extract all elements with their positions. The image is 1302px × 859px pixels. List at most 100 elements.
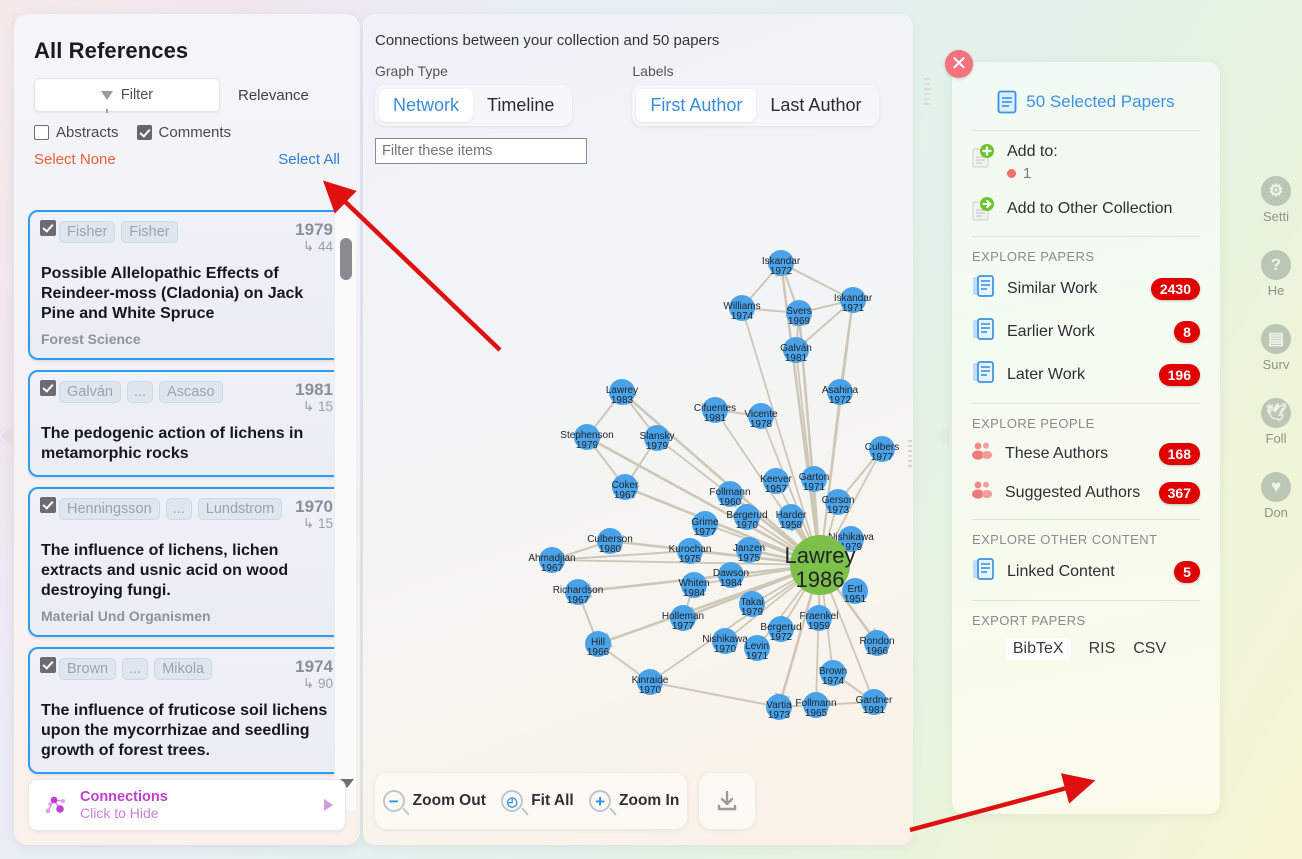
graph-node[interactable]: Cifuentes1981 <box>694 397 736 424</box>
explore-row[interactable]: Earlier Work 8 <box>972 317 1200 346</box>
reference-card[interactable]: Henningsson... Lundstrom 1970 ↳ 15 The influ… <box>28 487 346 637</box>
graph-node[interactable]: Fraenkel1959 <box>800 605 839 632</box>
graph-node[interactable]: Bergerud1972 <box>760 616 802 643</box>
explore-row[interactable]: These Authors 168 <box>972 441 1200 466</box>
graph-node[interactable]: Rondon1966 <box>859 630 895 657</box>
reference-checkbox[interactable] <box>40 220 56 236</box>
add-to-target[interactable]: 1 <box>1007 165 1058 182</box>
explore-papers-list: Similar Work 2430 Earlier Work 8 Later Work 1… <box>972 274 1200 389</box>
collapse-right-handle[interactable] <box>936 424 949 448</box>
graph-node[interactable]: Vartia1973 <box>766 694 792 721</box>
explore-row[interactable]: Later Work 196 <box>972 360 1200 389</box>
graph-node[interactable]: Culbers1977 <box>865 436 899 463</box>
citation-network-graph[interactable]: Iskandar1972 Iskandar1971 Williams1974 Sver… <box>363 214 913 789</box>
filter-input[interactable]: Filter <box>34 78 220 113</box>
graph-node[interactable]: Williams1974 <box>723 295 761 322</box>
graph-type-segmented[interactable]: Network Timeline <box>375 85 573 126</box>
graph-node[interactable]: Garton1971 <box>799 466 830 493</box>
tab-first-author[interactable]: First Author <box>636 89 757 122</box>
close-button[interactable]: ✕ <box>945 50 973 78</box>
node-year-label: 1975 <box>679 554 702 565</box>
graph-node[interactable]: Ahmadjian1967 <box>528 547 576 574</box>
graph-node[interactable]: Asahina1972 <box>822 379 859 406</box>
tab-timeline[interactable]: Timeline <box>473 89 568 122</box>
graph-filter-input[interactable] <box>375 138 587 164</box>
publication-year: 1970 <box>295 497 333 516</box>
zoom-in-button[interactable]: + Zoom In <box>589 790 679 812</box>
graph-node[interactable]: Richardson1967 <box>553 579 604 606</box>
explore-row[interactable]: Linked Content 5 <box>972 557 1200 586</box>
zoom-out-button[interactable]: − Zoom Out <box>382 790 486 812</box>
graph-node[interactable]: Iskandar1972 <box>762 250 801 277</box>
graph-node[interactable]: Takai1979 <box>739 591 765 618</box>
author-chip[interactable]: Mikola <box>154 658 213 680</box>
author-chip-ellipsis[interactable]: ... <box>165 498 192 520</box>
connections-toggle-button[interactable]: Connections Click to Hide <box>28 779 346 831</box>
comments-checkbox[interactable]: Comments <box>136 124 231 141</box>
graph-node[interactable]: Follmann1965 <box>795 692 837 719</box>
graph-node[interactable]: Keever1957 <box>760 468 793 495</box>
selected-papers-header[interactable]: 50 Selected Papers <box>972 78 1200 128</box>
export-option-bibtex[interactable]: BibTeX <box>1005 638 1071 660</box>
reference-card[interactable]: Brown... Mikola 1974 ↳ 90 The influence of f… <box>28 647 346 774</box>
list-scrollbar[interactable] <box>334 210 356 810</box>
reference-card[interactable]: Galván... Ascaso 1981 ↳ 15 The pedogenic act… <box>28 370 346 477</box>
fit-all-button[interactable]: ◴ Fit All <box>501 790 574 812</box>
rail-item-he[interactable]: ? He <box>1261 250 1291 298</box>
graph-node[interactable]: Ertl1951 <box>842 578 868 605</box>
select-all-button[interactable]: Select All <box>278 151 340 168</box>
tab-network[interactable]: Network <box>379 89 474 122</box>
reference-checkbox[interactable] <box>40 497 56 513</box>
graph-node[interactable]: Kurochan1975 <box>669 538 712 565</box>
graph-node[interactable]: Gerson1973 <box>822 489 855 516</box>
author-chip[interactable]: Henningsson <box>59 498 160 520</box>
sort-relevance-button[interactable]: Relevance <box>238 87 309 104</box>
explore-row[interactable]: Similar Work 2430 <box>972 274 1200 303</box>
reference-card[interactable]: Fisher Fisher 1979 ↳ 44 Possible Allelopathi… <box>28 210 346 360</box>
graph-node[interactable]: Brown1974 <box>819 660 847 687</box>
graph-node[interactable]: Levin1971 <box>744 635 770 662</box>
author-chip-ellipsis[interactable]: ... <box>126 381 154 403</box>
author-chip-ellipsis[interactable]: ... <box>122 658 149 680</box>
explore-row[interactable]: Suggested Authors 367 <box>972 480 1200 505</box>
graph-node[interactable]: Coker1967 <box>612 474 639 501</box>
reference-checkbox[interactable] <box>40 657 56 673</box>
graph-node[interactable]: Dawson1984 <box>713 562 749 589</box>
download-button[interactable] <box>699 773 755 829</box>
collapse-left-handle[interactable] <box>1 424 14 448</box>
author-chip[interactable]: Galván <box>59 381 121 403</box>
rail-item-setti[interactable]: ⚙ Setti <box>1261 176 1291 224</box>
reference-checkbox[interactable] <box>40 380 56 396</box>
graph-node[interactable]: Nishikawa1970 <box>702 628 748 655</box>
panel-resize-grip-right[interactable] <box>908 440 912 470</box>
rail-item-don[interactable]: ♥ Don <box>1261 472 1291 520</box>
tab-last-author[interactable]: Last Author <box>756 89 875 122</box>
scrollbar-thumb[interactable] <box>340 238 352 280</box>
reference-title[interactable]: The influence of lichens, lichen extract… <box>41 541 333 601</box>
author-chip[interactable]: Lundstrom <box>197 498 283 520</box>
reference-title[interactable]: The influence of fruticose soil lichens … <box>41 701 333 761</box>
select-none-button[interactable]: Select None <box>34 151 116 168</box>
panel-resize-grip[interactable] <box>924 78 930 106</box>
author-chip[interactable]: Fisher <box>121 221 178 243</box>
rail-item-surv[interactable]: ▤ Surv <box>1261 324 1291 372</box>
add-to-row[interactable]: Add to: 1 <box>972 143 1200 182</box>
reference-title[interactable]: The pedogenic action of lichens in metam… <box>41 424 333 464</box>
export-option-ris[interactable]: RIS <box>1089 640 1116 658</box>
graph-node[interactable]: Culberson1980 <box>587 528 633 555</box>
author-chip[interactable]: Brown <box>59 658 117 680</box>
reference-title[interactable]: Possible Allelopathic Effects of Reindee… <box>41 264 333 324</box>
reference-list[interactable]: Fisher Fisher 1979 ↳ 44 Possible Allelopathi… <box>28 210 346 810</box>
add-other-collection-row[interactable]: Add to Other Collection <box>972 196 1200 222</box>
graph-node[interactable]: Iskandar1971 <box>834 287 873 314</box>
abstracts-checkbox[interactable]: Abstracts <box>34 124 119 141</box>
author-chips: Fisher Fisher <box>41 221 178 243</box>
export-option-csv[interactable]: CSV <box>1133 640 1166 658</box>
rail-item-foll[interactable]: 🕊 Foll <box>1261 398 1291 446</box>
labels-segmented[interactable]: First Author Last Author <box>632 85 880 126</box>
author-chip[interactable]: Fisher <box>59 221 116 243</box>
graph-node[interactable]: Whiten1984 <box>678 572 710 599</box>
graph-node[interactable]: Svers1969 <box>786 300 812 327</box>
graph-node[interactable]: Hill1966 <box>585 631 611 658</box>
author-chip[interactable]: Ascaso <box>159 381 223 403</box>
